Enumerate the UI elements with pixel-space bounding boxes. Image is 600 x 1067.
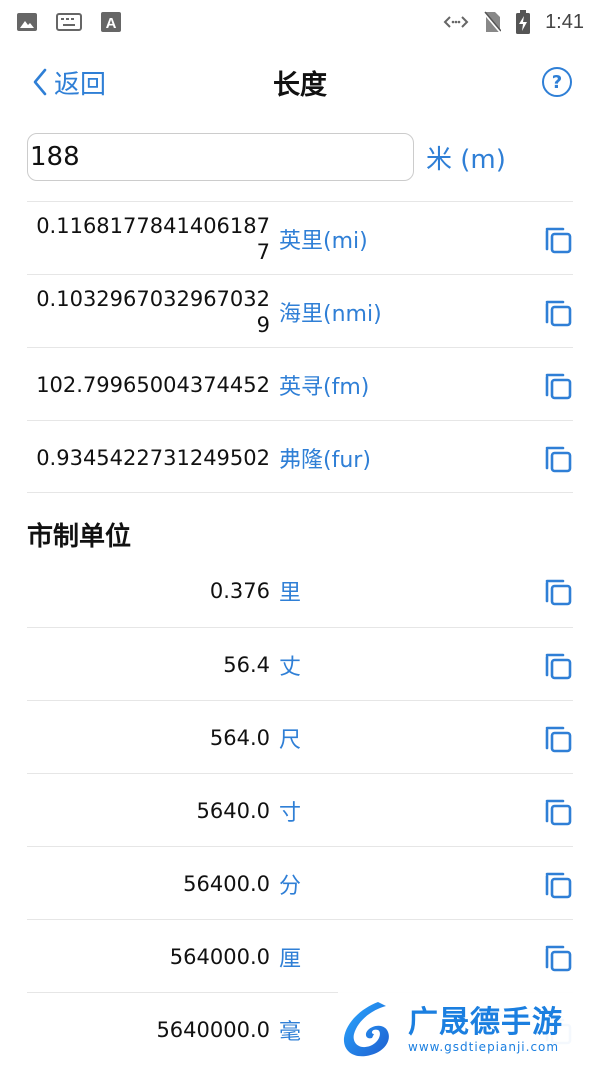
back-label: 返回 bbox=[54, 69, 107, 100]
unit-label: 里 bbox=[279, 580, 302, 606]
chinese-units-list: 0.376 里 56.4 丈 564.0 尺 5640.0 寸 56400.0 … bbox=[27, 554, 573, 1065]
unit-label: 分 bbox=[279, 873, 302, 899]
no-sim-icon bbox=[483, 11, 502, 33]
conversion-value: 564000.0 bbox=[169, 944, 270, 969]
list-item: 0.11681778414061877 英里(mi) bbox=[27, 201, 573, 274]
input-unit-label: 米 (m) bbox=[426, 144, 506, 175]
chevron-left-icon bbox=[33, 68, 47, 96]
input-row: 米 (m) bbox=[27, 132, 573, 182]
list-item: 56400.0 分 bbox=[27, 846, 573, 919]
keyboard-icon bbox=[56, 13, 82, 31]
watermark-title: 广晟德手游 bbox=[408, 1004, 563, 1040]
copy-icon[interactable] bbox=[543, 576, 573, 606]
conversion-value: 102.79965004374452 bbox=[36, 372, 270, 397]
back-button[interactable]: 返回 bbox=[32, 64, 106, 101]
meter-value-input[interactable] bbox=[27, 133, 414, 181]
list-item: 564000.0 厘 bbox=[27, 919, 573, 992]
conversion-value: 564.0 bbox=[209, 725, 270, 750]
watermark-text: 广晟德手游 www.gsdtiepianji.com bbox=[408, 1004, 563, 1054]
unit-label: 丈 bbox=[279, 654, 302, 680]
unit-label: 英寻(fm) bbox=[279, 374, 370, 400]
copy-icon[interactable] bbox=[543, 869, 573, 899]
list-item: 56.4 丈 bbox=[27, 627, 573, 700]
conversion-value: 0.10329670329670329 bbox=[36, 286, 270, 337]
conversion-value: 56.4 bbox=[223, 652, 270, 677]
list-item: 564.0 尺 bbox=[27, 700, 573, 773]
unit-label: 尺 bbox=[279, 727, 302, 753]
list-item: 0.9345422731249502 弗隆(fur) bbox=[27, 420, 573, 493]
copy-icon[interactable] bbox=[543, 796, 573, 826]
data-sync-icon bbox=[443, 16, 469, 28]
conversion-value: 0.376 bbox=[209, 578, 270, 603]
status-time: 1:41 bbox=[545, 10, 584, 33]
copy-icon[interactable] bbox=[543, 297, 573, 327]
imperial-units-list: 0.11681778414061877 英里(mi) 0.10329670329… bbox=[27, 201, 573, 493]
unit-label: 英里(mi) bbox=[279, 228, 368, 254]
section-title: 市制单位 bbox=[27, 522, 132, 552]
conversion-value: 56400.0 bbox=[183, 871, 270, 896]
image-notification-icon bbox=[17, 13, 37, 31]
unit-label: 毫 bbox=[279, 1019, 302, 1045]
unit-label: 寸 bbox=[279, 800, 302, 826]
conversion-value: 0.9345422731249502 bbox=[36, 445, 270, 470]
list-item: 0.376 里 bbox=[27, 554, 573, 627]
unit-label: 海里(nmi) bbox=[279, 301, 382, 327]
font-a-icon: A bbox=[101, 12, 121, 32]
svg-text:A: A bbox=[106, 15, 117, 32]
nav-bar: 返回 长度 ? bbox=[0, 52, 600, 112]
watermark-url: www.gsdtiepianji.com bbox=[408, 1039, 560, 1054]
list-item: 102.79965004374452 英寻(fm) bbox=[27, 347, 573, 420]
unit-label: 弗隆(fur) bbox=[279, 447, 371, 473]
status-right: 1:41 bbox=[443, 10, 584, 34]
list-item: 5640.0 寸 bbox=[27, 773, 573, 846]
conversion-value: 5640.0 bbox=[196, 798, 270, 823]
unit-label: 厘 bbox=[279, 946, 302, 972]
conversion-value: 0.11681778414061877 bbox=[36, 213, 270, 264]
help-icon: ? bbox=[551, 71, 563, 93]
battery-charging-icon bbox=[516, 10, 531, 34]
copy-icon[interactable] bbox=[543, 723, 573, 753]
list-item: 0.10329670329670329 海里(nmi) bbox=[27, 274, 573, 347]
help-button[interactable]: ? bbox=[542, 67, 572, 97]
copy-icon[interactable] bbox=[543, 370, 573, 400]
copy-icon[interactable] bbox=[543, 942, 573, 972]
status-bar: A 1:41 bbox=[0, 0, 600, 44]
watermark: 广晟德手游 www.gsdtiepianji.com bbox=[338, 992, 600, 1067]
conversion-value: 5640000.0 bbox=[156, 1017, 270, 1042]
status-left: A bbox=[16, 11, 122, 33]
copy-icon[interactable] bbox=[543, 224, 573, 254]
copy-icon[interactable] bbox=[543, 650, 573, 680]
watermark-logo-icon bbox=[343, 1001, 389, 1056]
copy-icon[interactable] bbox=[543, 443, 573, 473]
